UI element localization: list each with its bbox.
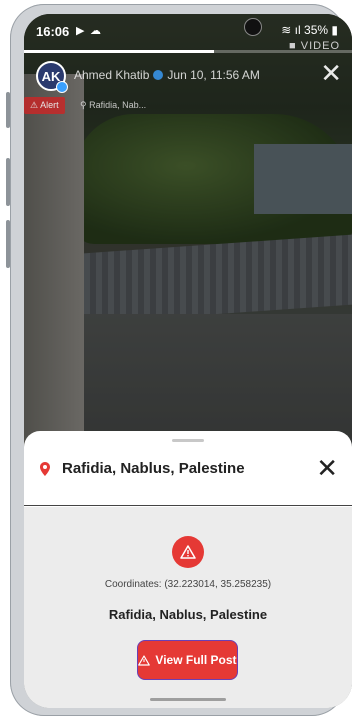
sheet-title: Rafidia, Nablus, Palestine [40,460,245,477]
warning-icon: ⚠ [30,100,39,110]
youtube-icon: ▶ [76,25,85,37]
post-video[interactable] [24,14,352,484]
avatar[interactable]: AK [36,61,68,93]
screen: 16:06 ▶ ☁ ≋ ıl 35% ▮ ■ VIDEO AK Ahmed Kh… [24,14,352,708]
progress-fill [24,50,215,53]
wifi-icon: ≋ [281,23,292,37]
battery-text: 35% [304,23,329,37]
location-pin-icon: ⚲ [80,100,87,110]
divider [24,505,352,506]
signal-icon: ıl [294,23,301,37]
place-name: Rafidia, Nablus, Palestine [108,607,268,622]
verified-icon [153,70,164,80]
location-tag-label: Rafidia, Nab... [89,100,147,110]
close-post-button[interactable]: ✕ [320,60,342,86]
warning-icon [172,536,204,568]
view-full-post-button[interactable]: View Full Post [137,640,238,680]
coordinates-text: Coordinates: (32.223014, 35.258235) [104,579,272,590]
close-sheet-button[interactable]: ✕ [316,455,338,481]
sheet-title-text: Rafidia, Nablus, Palestine [62,460,245,477]
location-pin-icon [40,461,50,476]
status-right: ≋ ıl 35% ▮ [281,23,338,37]
post-date: Jun 10, 11:56 AM [167,68,260,82]
location-tag: ⚲ Rafidia, Nab... [74,97,152,114]
front-camera [244,18,262,36]
alert-tag: ⚠ Alert [24,97,65,114]
location-bottom-sheet: Rafidia, Nablus, Palestine ✕ Coordinates… [24,431,352,708]
story-progress [24,50,352,53]
alert-tag-label: Alert [40,100,59,110]
warning-icon [138,654,151,666]
home-indicator[interactable] [150,698,226,701]
side-button [6,92,10,128]
author-name[interactable]: Ahmed Khatib [74,68,149,82]
battery-icon: ▮ [331,23,338,37]
post-header: Ahmed Khatib Jun 10, 11:56 AM [74,68,260,82]
status-time: 16:06 [36,24,70,39]
avatar-badge [56,81,68,93]
view-full-post-label: View Full Post [155,653,237,667]
overlay-shade [24,14,352,484]
side-button [6,220,10,268]
cloud-icon: ☁ [90,25,101,37]
drag-handle[interactable] [172,439,204,442]
side-button [6,158,10,206]
sheet-body: Coordinates: (32.223014, 35.258235) Rafi… [24,507,352,708]
